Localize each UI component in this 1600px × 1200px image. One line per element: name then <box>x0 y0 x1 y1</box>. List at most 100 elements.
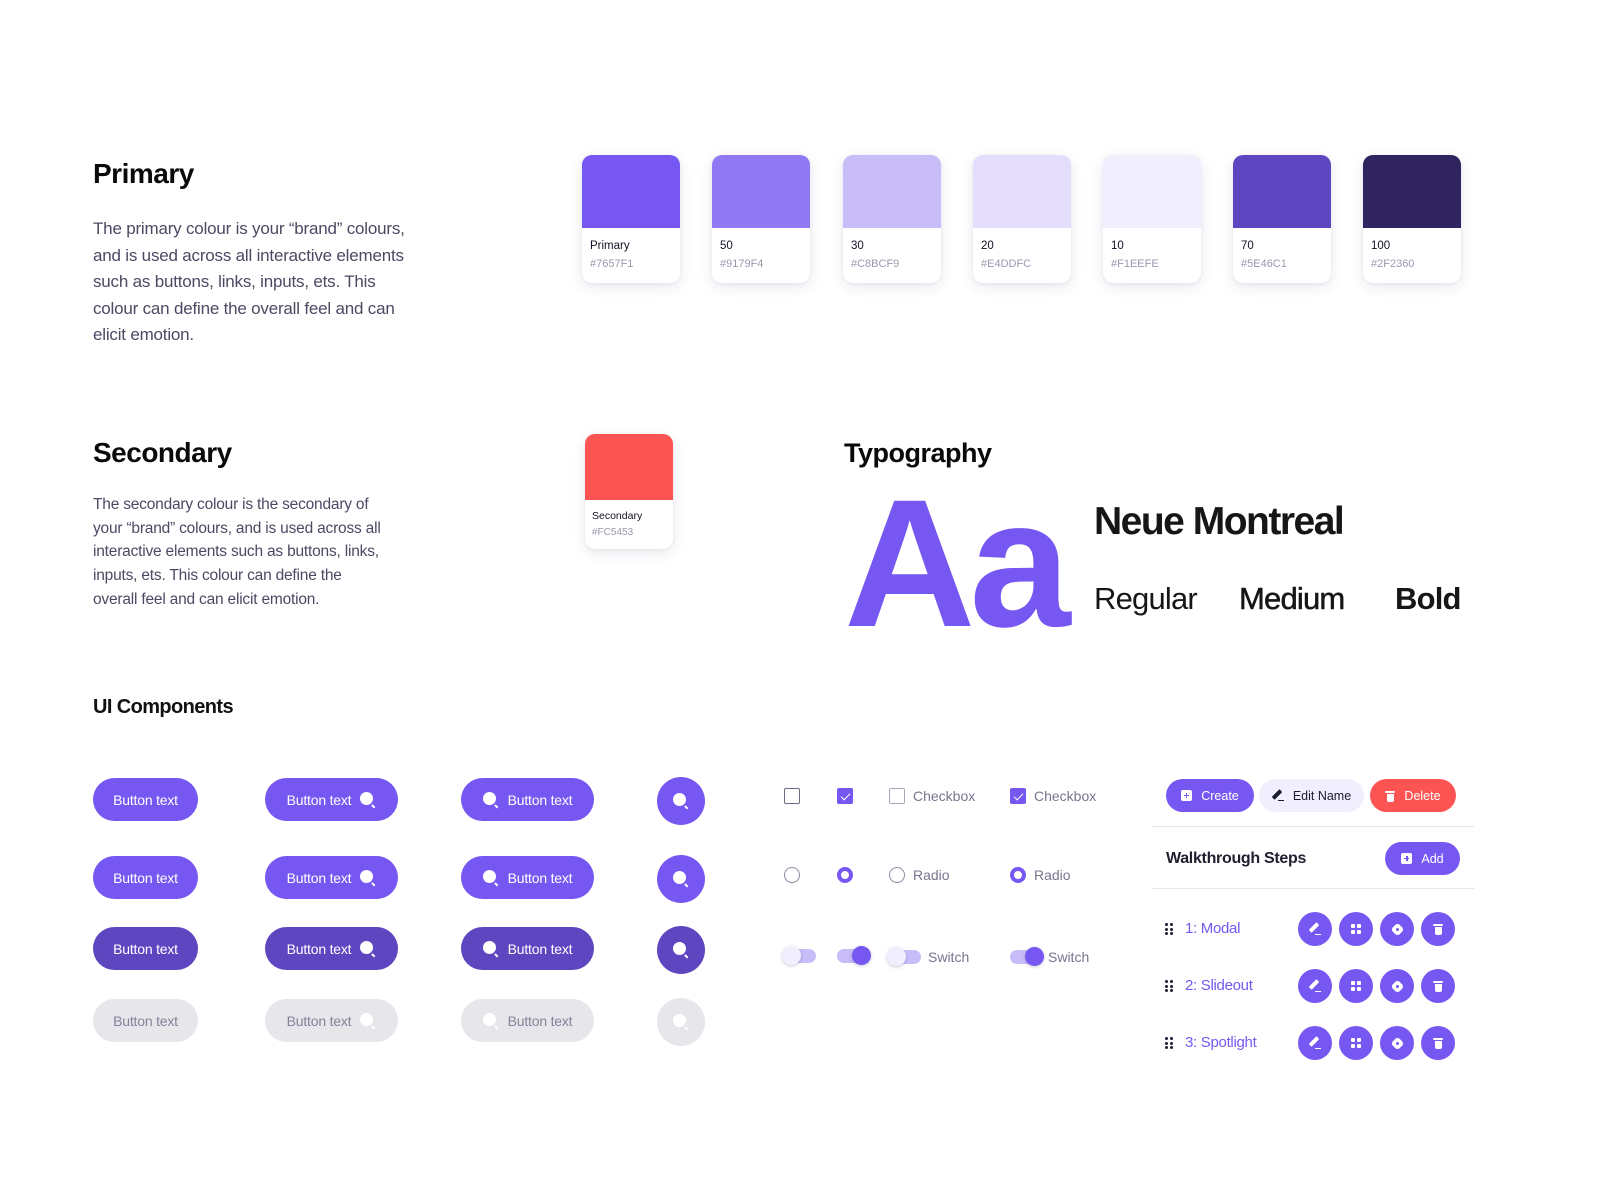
grid-icon <box>1351 924 1361 934</box>
drag-handle-icon[interactable] <box>1165 1037 1173 1049</box>
swatch-100[interactable]: 100 #2F2360 <box>1363 155 1461 283</box>
search-icon <box>360 869 376 886</box>
button-leading-icon-hover[interactable]: Button text <box>461 856 594 899</box>
primary-heading: Primary <box>93 158 194 189</box>
settings-step-button[interactable] <box>1380 969 1414 1003</box>
edit-step-button[interactable] <box>1298 969 1332 1003</box>
layout-step-button[interactable] <box>1339 912 1373 946</box>
edit-step-button[interactable] <box>1298 1026 1332 1060</box>
radio-label[interactable]: Radio <box>913 867 950 883</box>
icon-button-pressed[interactable] <box>657 926 705 974</box>
edit-name-button[interactable]: Edit Name <box>1259 779 1364 812</box>
checkbox-checked[interactable] <box>837 788 853 804</box>
edit-step-button[interactable] <box>1298 912 1332 946</box>
icon-button-hover[interactable] <box>657 855 705 903</box>
switch-knob <box>887 947 906 966</box>
icon-button-default[interactable] <box>657 777 705 825</box>
step-label[interactable]: 2: Slideout <box>1185 977 1253 994</box>
switch-off[interactable] <box>782 946 816 965</box>
drag-handle-icon[interactable] <box>1165 980 1173 992</box>
step-label[interactable]: 1: Modal <box>1185 920 1240 937</box>
checkbox-label[interactable]: Checkbox <box>913 788 975 804</box>
drag-handle-icon[interactable] <box>1165 923 1173 935</box>
radio-labeled-unselected[interactable] <box>889 867 905 883</box>
swatch-hex: #5E46C1 <box>1241 258 1287 270</box>
secondary-description: The secondary colour is the secondary of… <box>93 496 381 608</box>
button-default[interactable]: Button text <box>93 778 198 821</box>
button-trailing-icon-pressed[interactable]: Button text <box>265 927 398 970</box>
checkbox-label[interactable]: Checkbox <box>1034 788 1096 804</box>
search-icon <box>482 940 499 957</box>
swatch-color <box>1363 155 1461 228</box>
button-label: Button text <box>286 869 352 886</box>
divider <box>1152 826 1474 827</box>
button-disabled[interactable]: Button text <box>93 999 198 1042</box>
add-step-button[interactable]: Add <box>1385 842 1460 875</box>
button-leading-icon-pressed[interactable]: Button text <box>461 927 594 970</box>
button-label: Button text <box>507 791 573 808</box>
add-label: Add <box>1421 851 1444 866</box>
delete-step-button[interactable] <box>1421 1026 1455 1060</box>
switch-label[interactable]: Switch <box>1048 949 1089 965</box>
button-label: Button text <box>113 869 178 886</box>
button-leading-icon-default[interactable]: Button text <box>461 778 594 821</box>
swatch-30[interactable]: 30 #C8BCF9 <box>843 155 941 283</box>
swatch-20[interactable]: 20 #E4DDFC <box>973 155 1071 283</box>
icon-button-disabled[interactable] <box>657 998 705 1046</box>
button-trailing-icon-default[interactable]: Button text <box>265 778 398 821</box>
swatch-name: 50 <box>720 240 733 252</box>
search-icon <box>360 940 376 957</box>
grid-icon <box>1351 981 1361 991</box>
switch-labeled-off[interactable] <box>887 947 921 966</box>
button-pressed[interactable]: Button text <box>93 927 198 970</box>
radio-label[interactable]: Radio <box>1034 867 1071 883</box>
switch-labeled-on[interactable] <box>1010 947 1044 966</box>
switch-on[interactable] <box>837 946 871 965</box>
delete-step-button[interactable] <box>1421 912 1455 946</box>
divider <box>1152 888 1474 889</box>
checkbox-unchecked[interactable] <box>784 788 800 804</box>
swatch-name: 30 <box>851 240 864 252</box>
swatch-color <box>582 155 680 228</box>
settings-step-button[interactable] <box>1380 1026 1414 1060</box>
pencil-icon <box>1309 923 1321 935</box>
button-label: Button text <box>507 1012 573 1029</box>
search-icon <box>673 871 689 887</box>
radio-unselected[interactable] <box>784 867 800 883</box>
radio-labeled-selected[interactable] <box>1010 867 1026 883</box>
pencil-icon <box>1309 1037 1321 1049</box>
swatch-name: 20 <box>981 240 994 252</box>
swatch-50[interactable]: 50 #9179F4 <box>712 155 810 283</box>
swatch-10[interactable]: 10 #F1EEFE <box>1103 155 1201 283</box>
button-hover[interactable]: Button text <box>93 856 198 899</box>
swatch-color <box>843 155 941 228</box>
delete-step-button[interactable] <box>1421 969 1455 1003</box>
layout-step-button[interactable] <box>1339 1026 1373 1060</box>
create-label: Create <box>1201 788 1239 803</box>
switch-label[interactable]: Switch <box>928 949 969 965</box>
button-trailing-icon-hover[interactable]: Button text <box>265 856 398 899</box>
secondary-heading: Secondary <box>93 437 232 468</box>
trash-icon <box>1433 923 1443 935</box>
checkbox-labeled-unchecked[interactable] <box>889 788 905 804</box>
font-name: Neue Montreal <box>1094 500 1345 543</box>
swatch-70[interactable]: 70 #5E46C1 <box>1233 155 1331 283</box>
button-label: Button text <box>286 940 352 957</box>
radio-selected[interactable] <box>837 867 853 883</box>
create-button[interactable]: Create <box>1166 779 1254 812</box>
edit-name-label: Edit Name <box>1292 788 1352 803</box>
delete-button[interactable]: Delete <box>1370 779 1456 812</box>
search-icon <box>673 1014 689 1030</box>
button-leading-icon-disabled[interactable]: Button text <box>461 999 594 1042</box>
step-label[interactable]: 3: Spotlight <box>1185 1034 1257 1051</box>
swatch-primary[interactable]: Primary #7657F1 <box>582 155 680 283</box>
swatch-secondary[interactable]: Secondary #FC5453 <box>585 434 673 549</box>
button-trailing-icon-disabled[interactable]: Button text <box>265 999 398 1042</box>
components-heading: UI Components <box>93 696 234 718</box>
typography-sample: Aa <box>844 461 1071 665</box>
swatch-hex: #7657F1 <box>590 258 634 270</box>
settings-step-button[interactable] <box>1380 912 1414 946</box>
layout-step-button[interactable] <box>1339 969 1373 1003</box>
swatch-hex: #9179F4 <box>720 258 764 270</box>
checkbox-labeled-checked[interactable] <box>1010 788 1026 804</box>
